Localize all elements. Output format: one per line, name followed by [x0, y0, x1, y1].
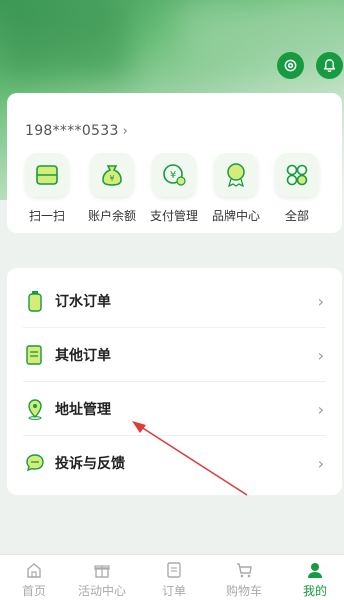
chevron-right-icon: ›: [317, 291, 324, 311]
tab-orders[interactable]: 订单: [140, 561, 208, 599]
tab-label: 我的: [302, 584, 327, 598]
water-bottle-icon: [28, 291, 42, 312]
chevron-right-icon: ›: [317, 345, 324, 365]
menu-item-feedback[interactable]: 投诉与反馈 ›: [7, 436, 342, 490]
quick-action-brand[interactable]: 品牌中心: [205, 153, 267, 224]
menu-item-label: 订水订单: [55, 294, 111, 310]
tab-label: 订单: [161, 584, 186, 598]
quick-action-balance[interactable]: ¥ 账户余额: [81, 153, 143, 224]
menu-item-label: 地址管理: [55, 402, 111, 418]
svg-text:¥: ¥: [109, 174, 114, 183]
tab-mine[interactable]: 我的: [281, 561, 344, 599]
settings-icon[interactable]: [277, 52, 304, 79]
phone-number[interactable]: 198****0533 ›: [25, 123, 128, 139]
tab-activity[interactable]: 活动中心: [68, 561, 136, 599]
payment-icon: ¥: [152, 153, 196, 197]
quick-action-label: 支付管理: [149, 209, 198, 223]
quick-action-scan[interactable]: 扫一扫: [16, 153, 78, 224]
cart-icon: [237, 563, 252, 578]
feedback-bubble-icon: [26, 454, 44, 472]
quick-actions: 扫一扫 ¥ 账户余额 ¥ 支付管理 品牌中心 全部: [7, 153, 342, 229]
gift-icon: [94, 565, 110, 578]
order-icon: [167, 562, 181, 578]
chevron-right-icon: ›: [317, 399, 324, 419]
user-icon: [308, 563, 322, 578]
tab-label: 首页: [21, 584, 46, 598]
menu-item-water-orders[interactable]: 订水订单 ›: [7, 274, 342, 328]
bell-icon[interactable]: [316, 52, 343, 79]
quick-action-all[interactable]: 全部: [266, 153, 328, 224]
phone-text: 198****0533: [25, 123, 119, 139]
tab-cart[interactable]: 购物车: [210, 561, 278, 599]
menu-item-label: 投诉与反馈: [55, 456, 125, 472]
bottom-tab-bar: 首页 活动中心 订单 购物车 我的: [0, 554, 344, 600]
tab-label: 活动中心: [77, 584, 126, 598]
tab-label: 购物车: [225, 584, 262, 598]
menu-item-other-orders[interactable]: 其他订单 ›: [7, 328, 342, 382]
quick-action-label: 扫一扫: [28, 209, 65, 223]
quick-action-payment[interactable]: ¥ 支付管理: [143, 153, 205, 224]
home-icon: [27, 563, 41, 578]
menu-item-address[interactable]: 地址管理 ›: [7, 382, 342, 436]
order-list-icon: [26, 345, 42, 365]
phone-chevron-icon: ›: [122, 124, 129, 139]
scan-icon: [25, 153, 69, 197]
money-bag-icon: ¥: [90, 153, 134, 197]
menu-card: 订水订单 › 其他订单 › 地址管理 › 投诉与反馈 ›: [7, 268, 342, 495]
location-pin-icon: [28, 399, 42, 420]
quick-action-label: 账户余额: [87, 209, 136, 223]
brand-badge-icon: [214, 153, 258, 197]
all-grid-icon: [275, 153, 319, 197]
menu-item-label: 其他订单: [55, 348, 111, 364]
quick-action-label: 全部: [284, 209, 309, 223]
tab-home[interactable]: 首页: [0, 561, 68, 599]
profile-card: 198****0533 › 扫一扫 ¥ 账户余额 ¥ 支付管理 品牌中心 全部: [7, 93, 342, 233]
chevron-right-icon: ›: [317, 453, 324, 473]
svg-text:¥: ¥: [170, 170, 176, 181]
quick-action-label: 品牌中心: [211, 209, 260, 223]
